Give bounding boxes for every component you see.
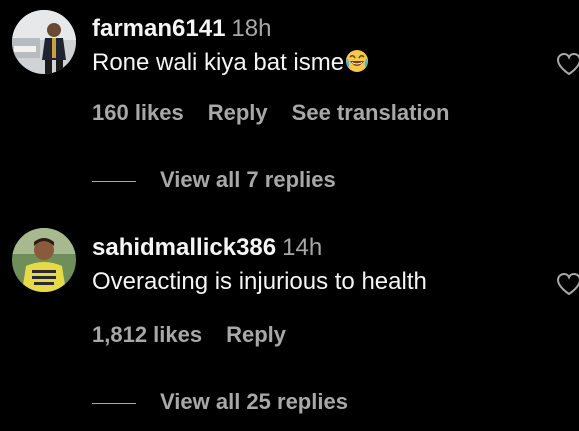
username[interactable]: farman6141: [92, 15, 225, 42]
replies-divider: [92, 180, 136, 182]
comment-text: Rone wali kiya bat isme: [92, 48, 539, 78]
avatar[interactable]: [12, 10, 76, 74]
comment-actions: 1,812 likes Reply: [92, 321, 310, 349]
like-heart-icon[interactable]: [556, 52, 579, 76]
comment-text-content: Rone wali kiya bat isme: [92, 49, 345, 76]
comment-header: sahidmallick386 14h: [92, 233, 539, 263]
comment-item: sahidmallick386 14h Overacting is injurio…: [0, 215, 579, 431]
laughing-emoji-icon: [346, 50, 369, 72]
replies-divider: [92, 402, 136, 404]
comment-item: farman6141 18h Rone wali kiya bat isme 16…: [0, 0, 579, 215]
comment-header: farman6141 18h: [92, 14, 539, 44]
view-replies-label: View all 25 replies: [160, 389, 348, 414]
likes-count[interactable]: 160 likes: [92, 100, 184, 125]
comment-body: farman6141 18h Rone wali kiya bat isme: [92, 14, 539, 78]
reply-button[interactable]: Reply: [208, 100, 268, 125]
comment-actions: 160 likes Reply See translation: [92, 99, 473, 127]
view-replies-button[interactable]: View all 25 replies: [92, 388, 348, 416]
likes-count[interactable]: 1,812 likes: [92, 322, 202, 347]
like-heart-icon[interactable]: [556, 272, 579, 296]
username[interactable]: sahidmallick386: [92, 234, 276, 261]
avatar[interactable]: [12, 228, 76, 292]
view-replies-label: View all 7 replies: [160, 167, 336, 192]
reply-button[interactable]: Reply: [226, 322, 286, 347]
see-translation-button[interactable]: See translation: [292, 100, 450, 125]
view-replies-button[interactable]: View all 7 replies: [92, 166, 336, 194]
comment-text: Overacting is injurious to health: [92, 268, 427, 295]
comment-time: 18h: [231, 15, 272, 42]
comment-body: sahidmallick386 14h Overacting is injurio…: [92, 233, 539, 297]
comment-time: 14h: [282, 234, 323, 261]
